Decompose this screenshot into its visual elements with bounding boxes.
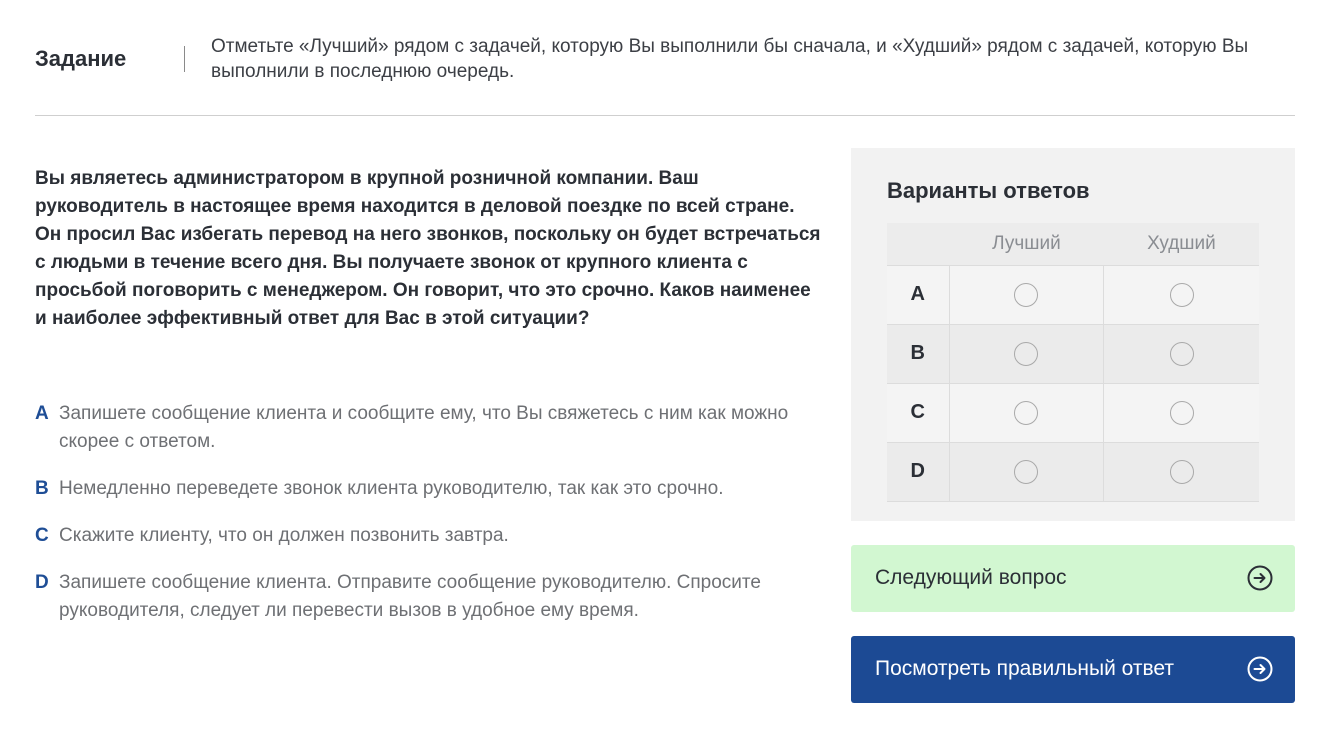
task-header: Задание Отметьте «Лучший» рядом с задаче… (35, 30, 1295, 116)
cell-best (949, 442, 1105, 502)
option-b: B Немедленно переведете звонок клиента р… (35, 475, 805, 503)
quiz-page: Задание Отметьте «Лучший» рядом с задаче… (0, 0, 1330, 738)
radio-best-c[interactable] (1014, 400, 1039, 425)
cell-worst (1103, 442, 1259, 502)
divider (184, 46, 185, 72)
row-label: D (887, 442, 950, 502)
cell-worst (1103, 383, 1259, 443)
task-label: Задание (35, 46, 127, 71)
radio-worst-c[interactable] (1169, 400, 1194, 425)
cell-best (949, 383, 1105, 443)
cell-worst (1103, 324, 1259, 384)
task-instructions: Отметьте «Лучший» рядом с задачей, котор… (211, 36, 1249, 82)
cell-worst (1103, 265, 1259, 325)
radio-best-a[interactable] (1014, 282, 1039, 307)
row-label: A (887, 265, 950, 325)
cell-best (949, 265, 1105, 325)
grid-corner (887, 223, 949, 266)
show-answer-label: Посмотреть правильный ответ (875, 657, 1175, 680)
grid-row-c: C (887, 383, 1259, 443)
cell-best (949, 324, 1105, 384)
option-a: A Запишете сообщение клиента и сообщите … (35, 400, 805, 456)
panel-title: Варианты ответов (887, 178, 1090, 203)
option-letter: D (35, 572, 49, 593)
radio-best-d[interactable] (1014, 459, 1039, 484)
answer-grid: Лучший Худший A B C D (887, 223, 1259, 502)
option-text: Немедленно переведете звонок клиента рук… (59, 478, 724, 499)
arrow-right-circle-icon (1247, 656, 1273, 682)
row-label: B (887, 324, 950, 384)
column-header-worst: Худший (1103, 223, 1259, 266)
radio-worst-a[interactable] (1169, 282, 1194, 307)
arrow-right-circle-icon (1247, 565, 1273, 591)
next-question-button[interactable]: Следующий вопрос (851, 545, 1295, 612)
option-text: Скажите клиенту, что он должен позвонить… (59, 525, 509, 546)
grid-row-d: D (887, 442, 1259, 502)
option-letter: A (35, 403, 49, 424)
answer-panel: Варианты ответов Лучший Худший A B C D (851, 148, 1295, 521)
next-question-label: Следующий вопрос (875, 566, 1067, 589)
show-answer-button[interactable]: Посмотреть правильный ответ (851, 636, 1295, 703)
column-header-best: Лучший (949, 223, 1104, 266)
radio-worst-b[interactable] (1169, 341, 1194, 366)
radio-worst-d[interactable] (1169, 459, 1194, 484)
option-text: Запишете сообщение клиента. Отправите со… (59, 572, 761, 621)
question-text: Вы являетесь администратором в крупной р… (35, 168, 821, 329)
options-list: A Запишете сообщение клиента и сообщите … (35, 400, 805, 644)
option-text: Запишете сообщение клиента и сообщите ем… (59, 403, 789, 452)
grid-row-b: B (887, 324, 1259, 384)
option-d: D Запишете сообщение клиента. Отправите … (35, 569, 805, 625)
option-letter: C (35, 525, 49, 546)
grid-row-a: A (887, 265, 1259, 325)
option-letter: B (35, 478, 49, 499)
grid-header-row: Лучший Худший (887, 223, 1259, 266)
row-label: C (887, 383, 950, 443)
option-c: C Скажите клиенту, что он должен позвони… (35, 522, 805, 550)
radio-best-b[interactable] (1014, 341, 1039, 366)
